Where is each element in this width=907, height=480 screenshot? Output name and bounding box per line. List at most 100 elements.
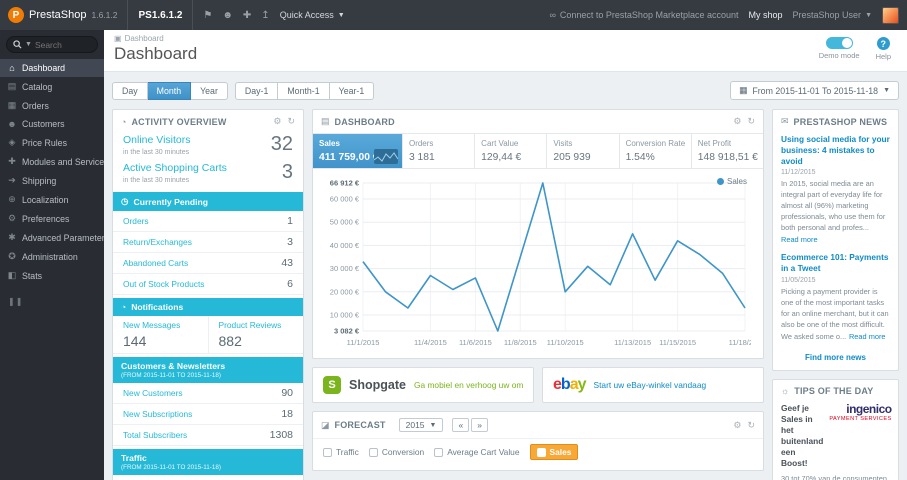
notifications-grid: New Messages 144 Product Reviews 882 <box>113 316 303 354</box>
sidebar-item-stats[interactable]: ◧ Stats <box>0 266 104 285</box>
sidebar-item-catalog[interactable]: ▤ Catalog <box>0 77 104 96</box>
sidebar-item-advanced-parameters[interactable]: ✱ Advanced Parameters <box>0 228 104 247</box>
kpi-visits[interactable]: Visits 205 939 <box>546 134 618 168</box>
find-more-news-link[interactable]: Find more news <box>773 348 898 370</box>
new-messages-link[interactable]: New Messages <box>123 320 180 330</box>
chevron-down-icon: ▼ <box>865 11 872 19</box>
sidebar-item-modules-and-services[interactable]: ✚ Modules and Services <box>0 152 104 171</box>
period-year-1-button[interactable]: Year-1 <box>329 81 375 100</box>
news-item-title-link[interactable]: Using social media for your business: 4 … <box>781 134 890 166</box>
new-customers-link[interactable]: New Customers <box>123 388 183 398</box>
new-subscriptions-link[interactable]: New Subscriptions <box>123 409 192 419</box>
news-item: Using social media for your business: 4 … <box>773 133 898 251</box>
modules-icon: ✚ <box>8 156 16 166</box>
kpi-net-profit[interactable]: Net Profit 148 918,51 € <box>690 134 763 168</box>
traffic-range: (FROM 2015-11-01 TO 2015-11-18) <box>121 464 221 471</box>
svg-text:50 000 €: 50 000 € <box>330 218 360 227</box>
pending-orders-link[interactable]: Orders <box>123 216 149 226</box>
settings-icon[interactable]: ⚙ <box>733 116 741 127</box>
news-item-title-link[interactable]: Ecommerce 101: Payments in a Tweet <box>781 252 890 274</box>
demo-mode-toggle[interactable]: Demo mode <box>819 37 860 61</box>
forecast-next-button[interactable]: » <box>471 418 488 432</box>
period-year-button[interactable]: Year <box>191 81 228 100</box>
chevron-down-icon: ▼ <box>883 87 890 94</box>
quick-access-menu[interactable]: Quick Access ▼ <box>280 10 345 20</box>
svg-text:11/15/2015: 11/15/2015 <box>659 338 696 347</box>
toggle-on-icon[interactable] <box>825 37 853 49</box>
svg-text:60 000 €: 60 000 € <box>330 195 360 204</box>
settings-icon[interactable]: ⚙ <box>733 420 741 431</box>
kpi-orders[interactable]: Orders 3 181 <box>401 134 474 168</box>
forecast-panel-icon: ◪ <box>321 419 330 430</box>
online-visitors-link[interactable]: Online Visitors <box>123 134 191 146</box>
ebay-link[interactable]: Start uw eBay-winkel vandaag <box>594 380 707 390</box>
forecast-legend-conversion[interactable]: Conversion <box>368 447 424 457</box>
read-more-link[interactable]: Read more <box>781 235 818 244</box>
add-icon[interactable]: ✚ <box>243 10 251 21</box>
bookmark-icon[interactable]: ⚑ <box>203 10 212 21</box>
kpi-sales[interactable]: Sales 411 759,00 € <box>313 134 402 168</box>
chart-legend-sales[interactable]: Sales <box>716 177 747 186</box>
forecast-legend-average-cart-value[interactable]: Average Cart Value <box>434 447 520 457</box>
refresh-icon[interactable]: ↻ <box>287 116 295 127</box>
sales-chart-container: 11/1/2015 11/4/2015 11/6/2015 11/8/2015 11/1… <box>313 169 763 358</box>
product-reviews-link[interactable]: Product Reviews <box>219 320 282 330</box>
sidebar-item-shipping[interactable]: ➔ Shipping <box>0 171 104 190</box>
svg-text:66 912 €: 66 912 € <box>330 179 360 188</box>
sidebar-item-administration[interactable]: ✪ Administration <box>0 247 104 266</box>
product-reviews-cell[interactable]: Product Reviews 882 <box>207 316 304 353</box>
out-of-stock-link[interactable]: Out of Stock Products <box>123 279 204 289</box>
kpi-cart-value[interactable]: Cart Value 129,44 € <box>474 134 546 168</box>
sidebar-item-orders[interactable]: ▦ Orders <box>0 96 104 115</box>
abandoned-carts-row: Abandoned Carts 43 <box>113 253 303 274</box>
abandoned-carts-link[interactable]: Abandoned Carts <box>123 258 188 268</box>
help-button[interactable]: ? Help <box>876 37 891 61</box>
customers-newsletters-header: Customers & Newsletters (FROM 2015-11-01… <box>113 357 303 383</box>
prestashop-logo[interactable]: P PrestaShop 1.6.1.2 <box>8 7 117 23</box>
total-subscribers-link[interactable]: Total Subscribers <box>123 430 187 440</box>
gear-icon: ⚙ <box>7 213 17 223</box>
return-exchanges-row: Return/Exchanges 3 <box>113 232 303 253</box>
shopgate-link[interactable]: Ga mobiel en verhoog uw omzet <box>414 380 523 390</box>
sidebar-item-dashboard[interactable]: ⌂ Dashboard <box>0 59 104 77</box>
sidebar-item-price-rules[interactable]: ◈ Price Rules <box>0 133 104 152</box>
catalog-icon: ▤ <box>7 81 17 91</box>
search-input[interactable] <box>34 39 87 50</box>
search-scope-chevron-icon[interactable]: ▼ <box>25 41 32 48</box>
sidebar-item-customers[interactable]: ☻ Customers <box>0 115 104 133</box>
svg-text:11/6/2015: 11/6/2015 <box>459 338 492 347</box>
return-exchanges-link[interactable]: Return/Exchanges <box>123 237 192 247</box>
forecast-prev-button[interactable]: « <box>452 418 470 432</box>
sidebar-search[interactable]: ▼ <box>6 36 98 53</box>
read-more-link[interactable]: Read more <box>849 332 886 341</box>
kpi-label: Conversion Rate <box>625 139 686 148</box>
forecast-legend-sales[interactable]: Sales <box>529 444 579 460</box>
forecast-year-select[interactable]: 2015 ▼ <box>398 418 444 432</box>
sidebar-item-preferences[interactable]: ⚙ Preferences <box>0 209 104 228</box>
upload-icon[interactable]: ↥ <box>261 10 269 21</box>
new-customers-value: 90 <box>281 387 293 399</box>
period-month-1-button[interactable]: Month-1 <box>278 81 330 100</box>
period-day-button[interactable]: Day <box>112 81 148 100</box>
settings-icon[interactable]: ⚙ <box>273 116 281 127</box>
sidebar-collapse-button[interactable]: ❚❚ <box>0 285 104 318</box>
marketplace-connect-link[interactable]: ∞ Connect to PrestaShop Marketplace acco… <box>549 10 738 20</box>
my-shop-link[interactable]: My shop <box>749 10 783 20</box>
period-day-1-button[interactable]: Day-1 <box>234 81 279 100</box>
shopgate-logo-text: Shopgate <box>349 378 406 392</box>
refresh-icon[interactable]: ↻ <box>747 420 755 431</box>
new-subscriptions-value: 18 <box>281 408 293 420</box>
marketplace-connect-label: Connect to PrestaShop Marketplace accoun… <box>559 10 739 20</box>
refresh-icon[interactable]: ↻ <box>747 116 755 127</box>
sidebar-item-localization[interactable]: ⊕ Localization <box>0 190 104 209</box>
new-messages-cell[interactable]: New Messages 144 <box>113 316 208 353</box>
user-menu[interactable]: PrestaShop User ▼ <box>793 10 872 20</box>
date-range-picker[interactable]: ▦ From 2015-11-01 To 2015-11-18 ▼ <box>730 81 899 100</box>
employee-icon[interactable]: ☻ <box>222 10 233 21</box>
period-month-button[interactable]: Month <box>147 81 192 100</box>
forecast-panel: ◪ FORECAST 2015 ▼ « » ⚙ ↻ Traffic Conver… <box>312 411 764 471</box>
avatar[interactable] <box>882 6 899 24</box>
kpi-conversion-rate[interactable]: Conversion Rate 1.54% <box>618 134 691 168</box>
forecast-legend-traffic[interactable]: Traffic <box>323 447 359 457</box>
active-carts-link[interactable]: Active Shopping Carts <box>123 162 227 174</box>
